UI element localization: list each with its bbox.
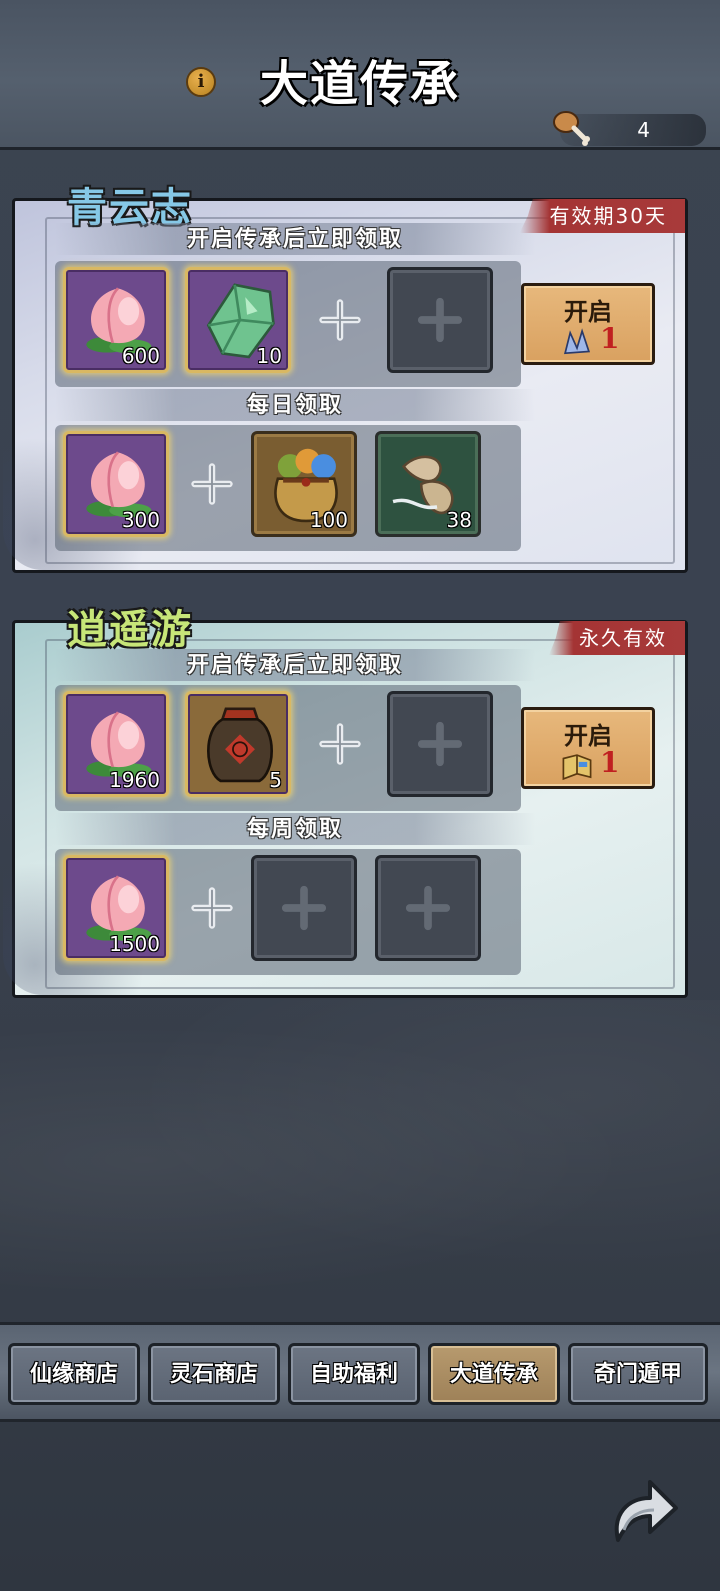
reward-slot[interactable]: 600 <box>63 267 169 373</box>
open-button-label: 开启 <box>564 297 612 326</box>
return-arrow-icon[interactable] <box>598 1470 682 1554</box>
plus-icon <box>317 297 363 343</box>
reward-slot[interactable]: 100 <box>251 431 357 537</box>
periodic-reward-row: 1500 <box>55 849 521 975</box>
currency-value: 4 <box>637 118 650 142</box>
open-button[interactable]: 开启 1 <box>521 707 655 789</box>
reward-slot[interactable]: 1960 <box>63 691 169 797</box>
currency-counter: 4 <box>553 111 706 146</box>
info-icon[interactable]: i <box>186 67 216 97</box>
validity-tag: 永久有效 <box>549 621 685 655</box>
reward-slot[interactable]: 38 <box>375 431 481 537</box>
empty-slot <box>387 691 493 797</box>
open-button-label: 开启 <box>564 721 612 750</box>
instant-reward-label: 开启传承后立即领取 <box>55 223 535 255</box>
package-card-qingyunzhi: 青云志 有效期30天 开启传承后立即领取 600 10 开启 1 每日领取 30… <box>3 184 688 573</box>
plus-icon <box>317 721 363 767</box>
tab-xianyuan-shop[interactable]: 仙缘商店 <box>8 1343 140 1405</box>
reward-slot[interactable]: 300 <box>63 431 169 537</box>
plus-icon <box>404 884 452 932</box>
drumstick-icon <box>553 111 590 146</box>
header-bar: i 大道传承 4 <box>0 0 720 150</box>
empty-slot <box>251 855 357 961</box>
tab-lingshi-shop[interactable]: 灵石商店 <box>148 1343 280 1405</box>
instant-reward-row: 600 10 <box>55 261 521 387</box>
cost-value: 1 <box>600 322 620 355</box>
empty-slot <box>387 267 493 373</box>
item-quantity: 10 <box>256 344 282 368</box>
item-quantity: 1960 <box>109 768 160 792</box>
instant-reward-row: 1960 5 <box>55 685 521 811</box>
empty-slot <box>375 855 481 961</box>
package-card-xiaoyaoyou: 逍遥游 永久有效 开启传承后立即领取 1960 5 开启 1 每周领取 1500 <box>3 606 688 998</box>
item-quantity: 100 <box>309 508 348 532</box>
tab-qimen-dunjia[interactable]: 奇门遁甲 <box>568 1343 708 1405</box>
plus-icon <box>416 296 464 344</box>
item-quantity: 5 <box>269 768 282 792</box>
item-quantity: 38 <box>446 508 472 532</box>
crystal-icon <box>560 326 594 360</box>
periodic-reward-label: 每周领取 <box>55 813 535 845</box>
item-quantity: 300 <box>121 508 160 532</box>
tab-self-welfare[interactable]: 自助福利 <box>288 1343 420 1405</box>
item-quantity: 1500 <box>109 932 160 956</box>
cost-value: 1 <box>600 746 620 779</box>
validity-tag: 有效期30天 <box>519 199 685 233</box>
plus-icon <box>189 885 235 931</box>
reward-slot[interactable]: 10 <box>185 267 291 373</box>
reward-slot[interactable]: 1500 <box>63 855 169 961</box>
plus-icon <box>280 884 328 932</box>
plus-icon <box>189 461 235 507</box>
plus-icon <box>416 720 464 768</box>
item-quantity: 600 <box>121 344 160 368</box>
open-button[interactable]: 开启 1 <box>521 283 655 365</box>
periodic-reward-row: 300 100 38 <box>55 425 521 551</box>
page-title: 大道传承 <box>259 56 460 112</box>
book-icon <box>560 750 594 784</box>
periodic-reward-label: 每日领取 <box>55 389 535 421</box>
bottom-tab-bar: 仙缘商店 灵石商店 自助福利 大道传承 奇门遁甲 <box>0 1322 720 1422</box>
tab-dadao-inheritance[interactable]: 大道传承 <box>428 1343 560 1405</box>
package-title: 逍遥游 <box>67 606 193 653</box>
reward-slot[interactable]: 5 <box>185 691 291 797</box>
instant-reward-label: 开启传承后立即领取 <box>55 649 535 681</box>
